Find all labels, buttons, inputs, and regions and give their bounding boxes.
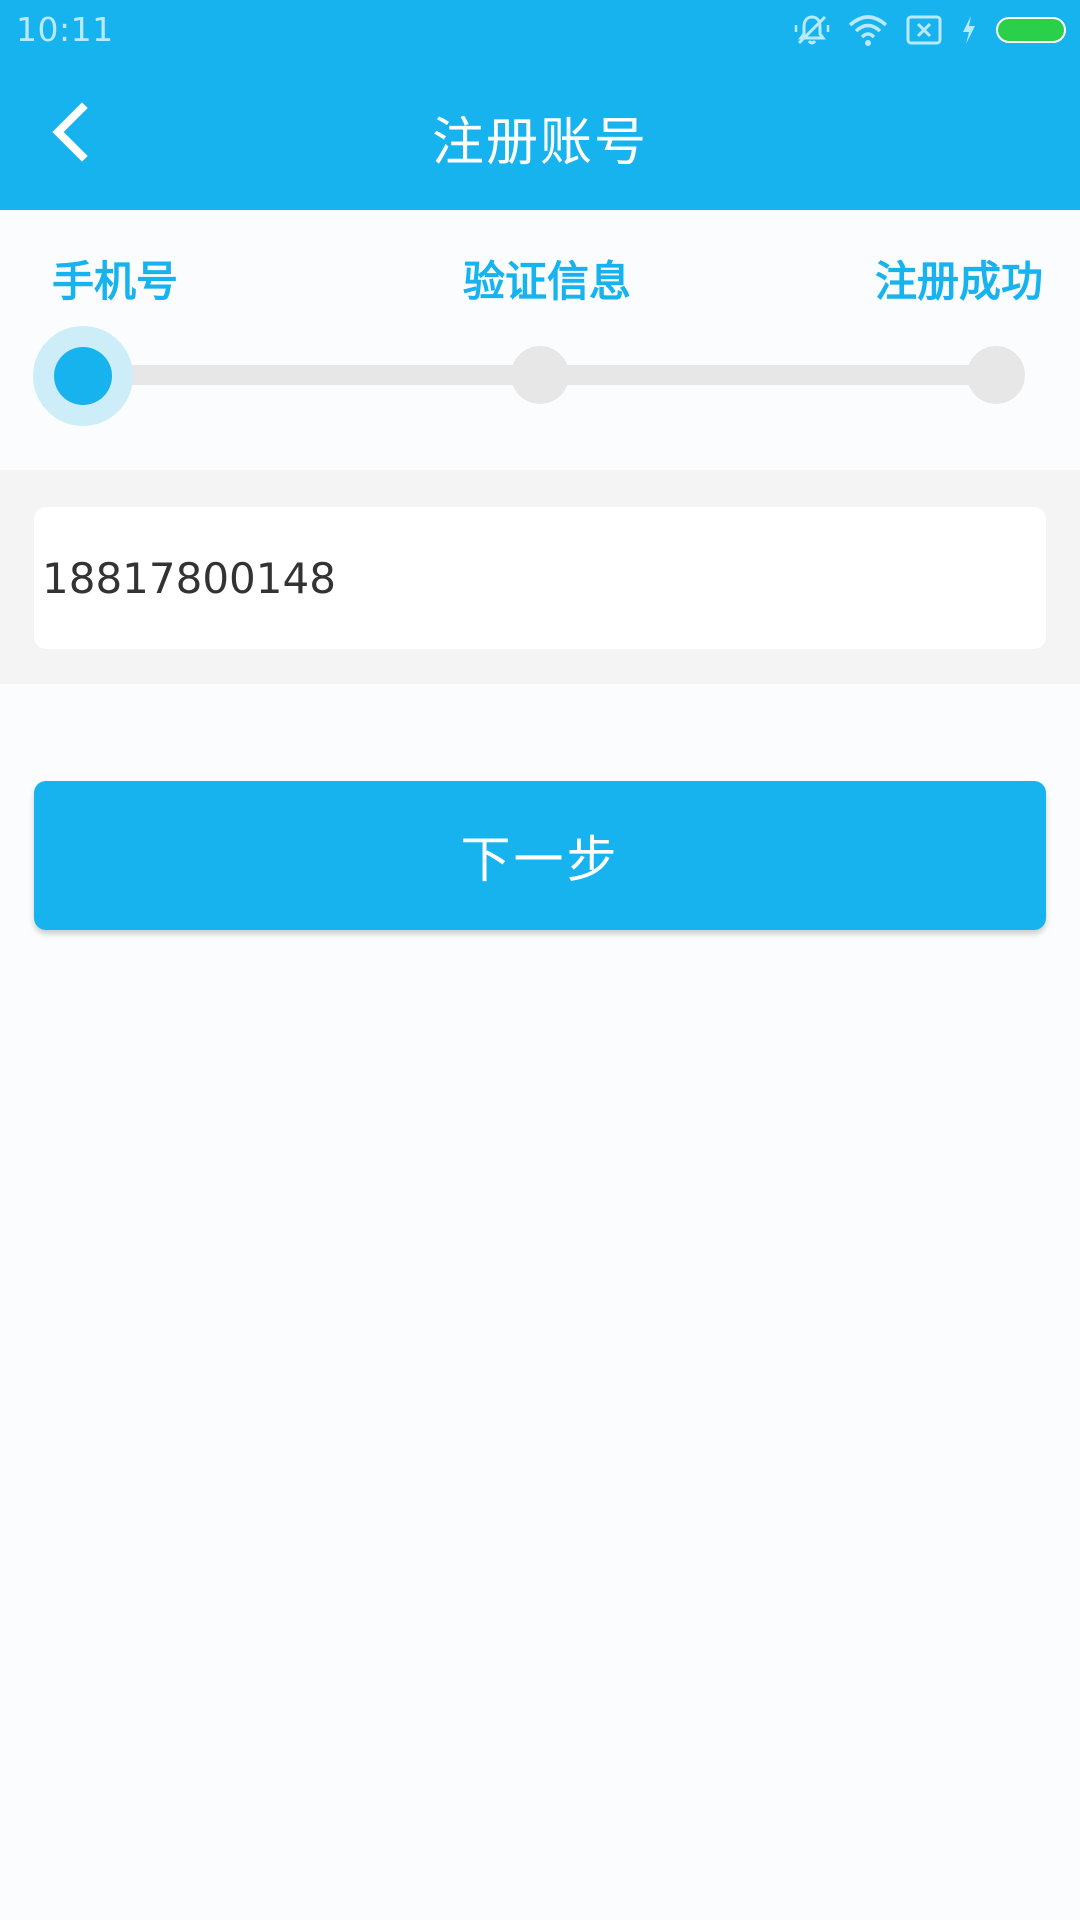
status-time: 10:11 (16, 10, 114, 49)
charging-icon (960, 14, 978, 46)
step-label-phone: 手机号 (52, 257, 179, 306)
mute-notifications-icon (794, 12, 830, 48)
app-bar: 10:11 注册账号 (0, 0, 1080, 210)
status-icons (794, 12, 1066, 48)
step-dot-success (967, 346, 1025, 404)
next-step-button[interactable]: 下一步 (34, 781, 1046, 930)
phone-number-field[interactable] (34, 507, 1046, 649)
page-title: 注册账号 (431, 113, 648, 173)
step-dot-verify (511, 346, 569, 404)
step-label-verify: 验证信息 (463, 257, 632, 306)
battery-icon (996, 17, 1066, 43)
wifi-icon (848, 13, 888, 47)
step-indicator: 手机号 验证信息 注册成功 (0, 210, 1080, 470)
step-label-success: 注册成功 (875, 257, 1044, 306)
step-dot-phone-active (54, 347, 112, 405)
no-sim-icon (906, 15, 942, 45)
phone-input-panel (0, 470, 1080, 684)
